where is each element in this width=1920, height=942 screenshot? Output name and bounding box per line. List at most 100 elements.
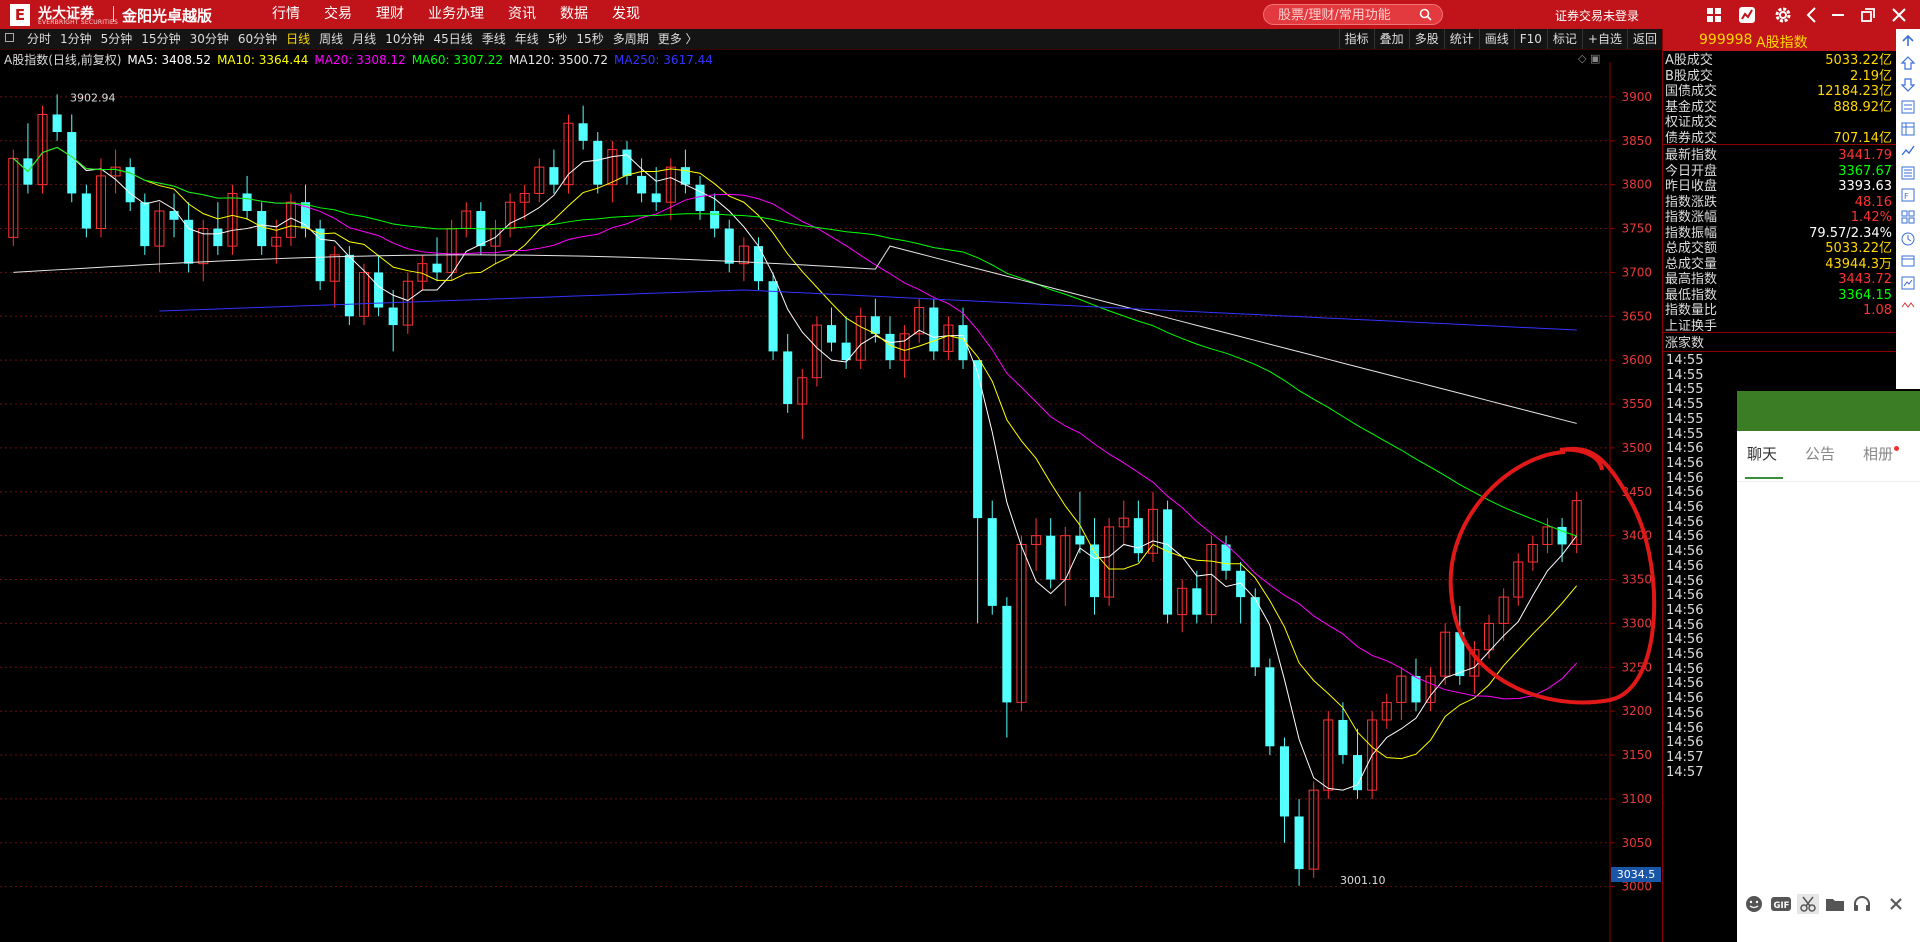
scissors-icon[interactable] [1797, 894, 1819, 914]
chart-settings-icon[interactable] [1900, 275, 1916, 291]
tick-time: 14:56 [1666, 544, 1704, 560]
arrow-down-outline-icon[interactable] [1900, 77, 1916, 93]
restore-icon[interactable] [1858, 5, 1878, 25]
tick-time: 14:56 [1666, 720, 1704, 736]
y-tick-label: 3600 [1621, 353, 1652, 367]
candle-body-down [1411, 676, 1421, 703]
candle-body-down [1250, 597, 1260, 668]
y-tick-label: 3550 [1621, 397, 1652, 411]
candle-body-down [987, 518, 997, 606]
candle-body-down [344, 254, 354, 317]
y-tick-label: 3150 [1621, 748, 1652, 762]
gear-icon[interactable] [1773, 5, 1793, 25]
tick-time: 14:57 [1666, 764, 1704, 780]
minimize-icon[interactable] [1828, 5, 1848, 25]
quote-name: A股指数 [1756, 35, 1808, 51]
quote-icon[interactable] [1900, 99, 1916, 115]
wave-icon[interactable] [1900, 297, 1916, 313]
candle-body-down [1279, 746, 1290, 817]
candle-body-down [1338, 719, 1348, 756]
tick-time: 14:56 [1666, 573, 1704, 589]
svg-text:F: F [1904, 192, 1909, 201]
clock-icon[interactable] [1900, 231, 1916, 247]
grid-icon[interactable] [1900, 209, 1916, 225]
candle-body-down [622, 149, 632, 176]
y-tick-label: 3200 [1621, 704, 1652, 718]
tick-time: 14:55 [1666, 411, 1704, 427]
back-arrow-icon[interactable] [1802, 5, 1822, 25]
candle-body-down [637, 175, 647, 194]
quote-separator [1663, 351, 1896, 352]
candle-body-down [1192, 588, 1202, 615]
headset-icon[interactable] [1851, 894, 1873, 914]
ma5-line [12, 146, 1578, 791]
table-icon[interactable] [1900, 121, 1916, 137]
candle-body-down [1075, 535, 1085, 545]
candle-body-down [549, 167, 559, 185]
candle-body-down [929, 307, 939, 352]
y-tick-label: 3900 [1621, 90, 1652, 104]
tick-time: 14:56 [1666, 647, 1704, 662]
f10-icon[interactable]: F [1900, 187, 1916, 203]
candle-body-down [374, 272, 384, 308]
gif-icon[interactable]: GIF [1770, 894, 1792, 914]
folder-icon[interactable] [1824, 894, 1846, 914]
tick-time: 14:56 [1666, 705, 1704, 721]
chat-close-icon[interactable] [1885, 894, 1907, 914]
tick-time: 14:56 [1666, 470, 1704, 486]
chart-switch-icon[interactable] [1737, 5, 1757, 25]
candle-body-down [1265, 667, 1275, 747]
window-icon[interactable] [1900, 253, 1916, 269]
y-tick-label: 3650 [1621, 309, 1652, 323]
candle-body-down [67, 132, 77, 194]
candle-body-down [870, 316, 880, 334]
list-icon[interactable] [1900, 165, 1916, 181]
tick-time: 14:56 [1666, 441, 1704, 457]
side-toolbar: F [1896, 29, 1920, 389]
current-price-box: 3034.5 [1611, 867, 1661, 882]
chat-header [1737, 391, 1920, 431]
chat-tab[interactable]: 相册 [1863, 443, 1893, 464]
y-tick-label: 3700 [1621, 265, 1652, 279]
quote-separator [1663, 332, 1896, 333]
svg-text:GIF: GIF [1774, 901, 1790, 911]
arrow-up-outline-icon[interactable] [1900, 55, 1916, 71]
y-tick-label: 3300 [1621, 616, 1652, 630]
candle-body-down [1294, 816, 1304, 870]
tick-time: 14:55 [1666, 382, 1704, 398]
candle-body-down [1163, 509, 1173, 615]
tick-time: 14:56 [1666, 632, 1704, 648]
chat-tab[interactable]: 聊天 [1747, 443, 1777, 464]
candle-body-down [885, 333, 895, 361]
candle-body-down [651, 193, 661, 203]
candle-body-down [826, 325, 837, 343]
tick-time: 14:56 [1666, 735, 1704, 751]
y-tick-label: 3750 [1621, 222, 1652, 236]
y-tick-label: 3050 [1621, 836, 1652, 850]
tick-time: 14:56 [1666, 558, 1704, 574]
tick-time: 14:56 [1666, 588, 1704, 604]
quote-code: 999998 [1699, 32, 1753, 48]
low-label: 3001.10 [1340, 874, 1386, 887]
candle-body-down [593, 140, 603, 185]
high-label: 3902.94 [70, 91, 116, 104]
y-tick-label: 3500 [1621, 441, 1652, 455]
arrow-up-icon[interactable] [1900, 33, 1916, 49]
candle-body-down [578, 123, 588, 141]
emoji-icon[interactable] [1743, 894, 1765, 914]
kline-chart[interactable]: 3900385038003750370036503600355035003450… [0, 0, 1662, 942]
y-tick-label: 3100 [1621, 792, 1652, 806]
close-icon[interactable] [1889, 5, 1909, 25]
quote-separator [1663, 144, 1896, 145]
windows-icon[interactable] [1704, 5, 1724, 25]
chat-tab[interactable]: 公告 [1805, 443, 1835, 464]
candle-body-down [184, 219, 194, 264]
ma250-line [159, 289, 1577, 331]
tick-time: 14:55 [1666, 353, 1704, 368]
tick-time: 14:55 [1666, 426, 1704, 442]
line-chart-icon[interactable] [1900, 143, 1916, 159]
tick-time: 14:56 [1666, 617, 1704, 633]
tick-time: 14:56 [1666, 455, 1704, 471]
tick-time: 14:56 [1666, 602, 1704, 618]
y-tick-label: 3800 [1621, 178, 1652, 192]
